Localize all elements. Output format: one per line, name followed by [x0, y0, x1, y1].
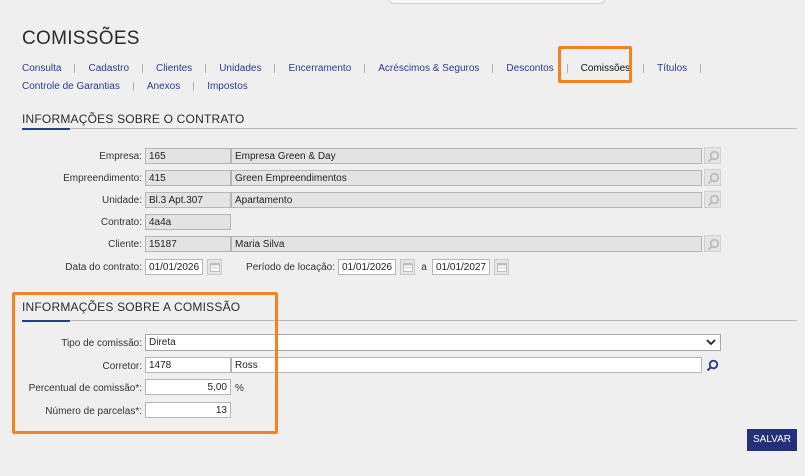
commission-section-accent [22, 320, 70, 322]
numero-parcelas-field[interactable]: 13 [145, 402, 231, 418]
contrato-field[interactable]: 4a4a [145, 214, 231, 230]
tab-separator [566, 63, 568, 73]
tab-separator [492, 63, 494, 73]
tab-descontos[interactable]: Descontos [506, 63, 553, 74]
tab-impostos[interactable]: Impostos [207, 81, 248, 92]
contract-section-divider [22, 128, 797, 129]
empresa-label: Empresa: [99, 151, 142, 162]
empreendimento-code-field[interactable]: 415 [145, 170, 231, 186]
tab-titulos[interactable]: Títulos [657, 63, 687, 74]
tab-separator [205, 63, 207, 73]
commission-section-divider [22, 320, 797, 321]
tab-separator [274, 63, 276, 73]
periodo-separator: a [421, 262, 427, 273]
tab-separator [132, 81, 134, 91]
data-contrato-label: Data do contrato: [65, 262, 142, 273]
contract-section-accent [22, 128, 70, 130]
tab-consulta[interactable]: Consulta [22, 63, 61, 74]
tab-controle-garantias[interactable]: Controle de Garantias [22, 81, 120, 92]
percentual-comissao-label: Percentual de comissão*: [28, 383, 142, 394]
tab-anexos[interactable]: Anexos [147, 81, 180, 92]
cliente-label: Cliente: [108, 239, 142, 250]
empresa-name-field[interactable]: Empresa Green & Day [231, 148, 702, 164]
empreendimento-name-field[interactable]: Green Empreendimentos [231, 170, 702, 186]
calendar-icon[interactable] [207, 259, 222, 275]
numero-parcelas-label: Número de parcelas*: [45, 406, 142, 417]
percentual-comissao-field[interactable]: 5,00 [145, 379, 231, 395]
contract-section-title: INFORMAÇÕES SOBRE O CONTRATO [22, 112, 245, 126]
tab-unidades[interactable]: Unidades [219, 63, 261, 74]
corretor-code-field[interactable]: 1478 [145, 357, 231, 373]
tipo-comissao-select[interactable]: Direta [145, 334, 721, 351]
periodo-locacao-label: Período de locação: [246, 262, 335, 273]
tab-separator [643, 63, 645, 73]
data-contrato-field[interactable]: 01/01/2026 [145, 259, 203, 275]
tab-clientes[interactable]: Clientes [156, 63, 192, 74]
corretor-name-field[interactable]: Ross [231, 357, 702, 373]
corretor-search-icon[interactable] [704, 357, 721, 374]
periodo-inicio-field[interactable]: 01/01/2026 [338, 259, 396, 275]
tipo-comissao-label: Tipo de comissão: [61, 338, 142, 349]
empreendimento-search-icon[interactable] [704, 169, 721, 186]
tab-separator [364, 63, 366, 73]
tab-cadastro[interactable]: Cadastro [88, 63, 129, 74]
calendar-icon[interactable] [400, 259, 415, 275]
unidade-search-icon[interactable] [704, 191, 721, 208]
empreendimento-label: Empreendimento: [63, 173, 142, 184]
tab-separator [74, 63, 76, 73]
commission-section-title: INFORMAÇÕES SOBRE A COMISSÃO [22, 300, 241, 314]
corretor-label: Corretor: [102, 361, 142, 372]
calendar-icon[interactable] [494, 259, 509, 275]
periodo-fim-field[interactable]: 01/01/2027 [432, 259, 490, 275]
empresa-code-field[interactable]: 165 [145, 148, 231, 164]
tab-separator [193, 81, 195, 91]
cliente-name-field[interactable]: Maria Silva [231, 236, 702, 252]
unidade-label: Unidade: [101, 195, 142, 206]
percent-unit: % [235, 383, 244, 394]
save-button[interactable]: SALVAR [747, 429, 797, 451]
tab-separator [142, 63, 144, 73]
cliente-search-icon[interactable] [704, 235, 721, 252]
page-title: COMISSÕES [22, 28, 140, 49]
cliente-code-field[interactable]: 15187 [145, 236, 231, 252]
contrato-label: Contrato: [100, 217, 142, 228]
unidade-code-field[interactable]: Bl.3 Apt.307 [145, 192, 231, 208]
chevron-down-icon [706, 339, 716, 346]
tab-acrescimos-seguros[interactable]: Acréscimos & Seguros [378, 63, 479, 74]
top-search-bar [388, 0, 606, 4]
tab-bar: Consulta Cadastro Clientes Unidades Ence… [22, 62, 762, 98]
tipo-comissao-value: Direta [149, 337, 176, 348]
tab-separator [700, 63, 702, 73]
tab-encerramento[interactable]: Encerramento [288, 63, 351, 74]
tab-comissoes[interactable]: Comissões [581, 63, 630, 74]
empresa-search-icon[interactable] [704, 147, 721, 164]
unidade-name-field[interactable]: Apartamento [231, 192, 702, 208]
